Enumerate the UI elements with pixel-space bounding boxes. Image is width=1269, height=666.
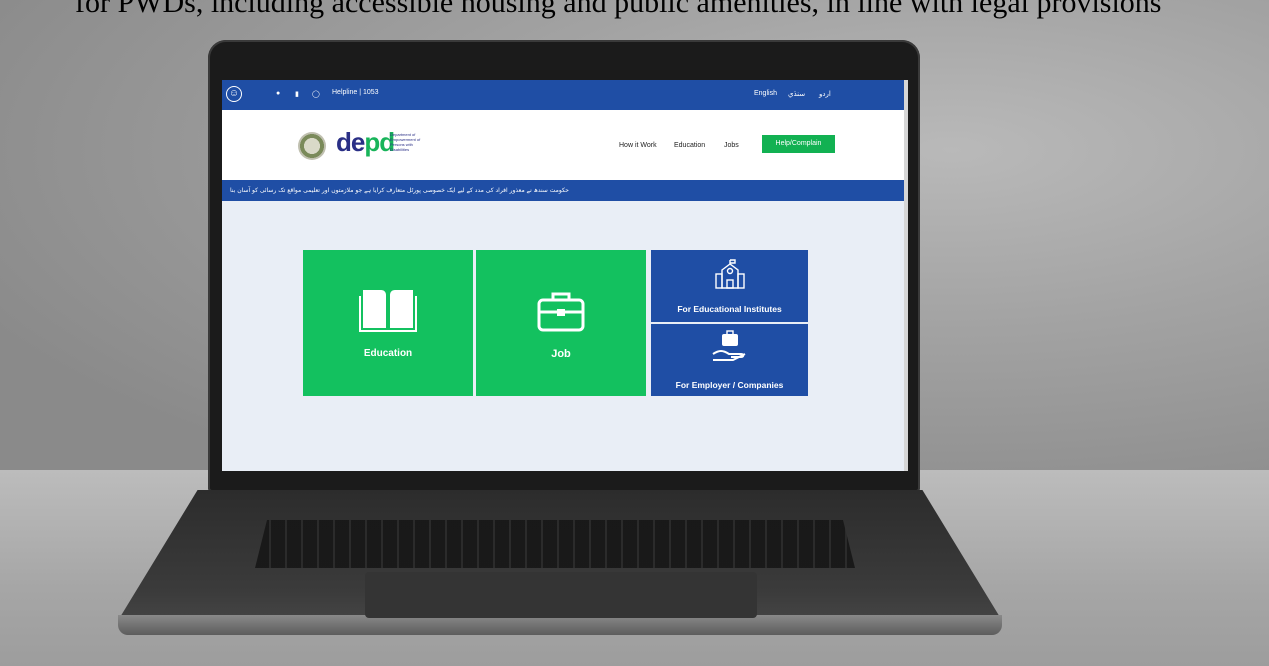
- laptop-keyboard: [255, 520, 855, 568]
- depd-logo[interactable]: depd: [336, 127, 395, 158]
- lang-english[interactable]: English: [754, 90, 777, 97]
- educational-institutes-label: For Educational Institutes: [677, 304, 782, 314]
- helpline-text: Helpline | 1053: [332, 89, 379, 96]
- nav-jobs[interactable]: Jobs: [724, 142, 739, 149]
- announcement-ticker: حکومت سندھ نے معذور افراد کی مدد کے لیے …: [222, 180, 908, 201]
- school-building-icon: [715, 259, 745, 289]
- nav-education[interactable]: Education: [674, 142, 705, 149]
- laptop-base-edge: [118, 615, 1002, 635]
- lang-urdu[interactable]: اردو: [819, 90, 831, 98]
- nav-how-it-work[interactable]: How it Work: [619, 142, 657, 149]
- site-header: depd Department of Empowerment of Person…: [222, 110, 908, 180]
- accessibility-icon[interactable]: ☺: [226, 86, 242, 102]
- laptop-trackpad: [365, 572, 757, 618]
- logo-subtitle: Department of Empowerment of Persons wit…: [390, 132, 421, 152]
- employer-companies-card[interactable]: For Employer / Companies: [651, 324, 808, 396]
- page-caption: for PWDs, including accessible housing a…: [75, 0, 1162, 19]
- open-book-icon: [359, 290, 417, 332]
- page-scrollbar[interactable]: [904, 80, 908, 471]
- hand-briefcase-icon: [712, 330, 746, 361]
- government-emblem-icon: [298, 132, 326, 160]
- job-card-label: Job: [551, 348, 571, 360]
- education-card[interactable]: Education: [303, 250, 473, 396]
- educational-institutes-card[interactable]: For Educational Institutes: [651, 250, 808, 322]
- youtube-icon[interactable]: ▮: [295, 90, 299, 98]
- top-bar: ☺ ● ▮ ◯ Helpline | 1053 English سنڌي ارد…: [222, 80, 908, 110]
- briefcase-icon: [537, 292, 585, 332]
- help-complain-button[interactable]: Help/Complain: [762, 135, 835, 153]
- instagram-icon[interactable]: ◯: [312, 90, 320, 98]
- lang-sindhi[interactable]: سنڌي: [788, 90, 805, 98]
- facebook-icon[interactable]: ●: [276, 90, 280, 97]
- education-card-label: Education: [363, 348, 413, 359]
- employer-companies-label: For Employer / Companies: [675, 380, 784, 390]
- job-card[interactable]: Job: [476, 250, 646, 396]
- laptop-screen: ☺ ● ▮ ◯ Helpline | 1053 English سنڌي ارد…: [222, 80, 908, 471]
